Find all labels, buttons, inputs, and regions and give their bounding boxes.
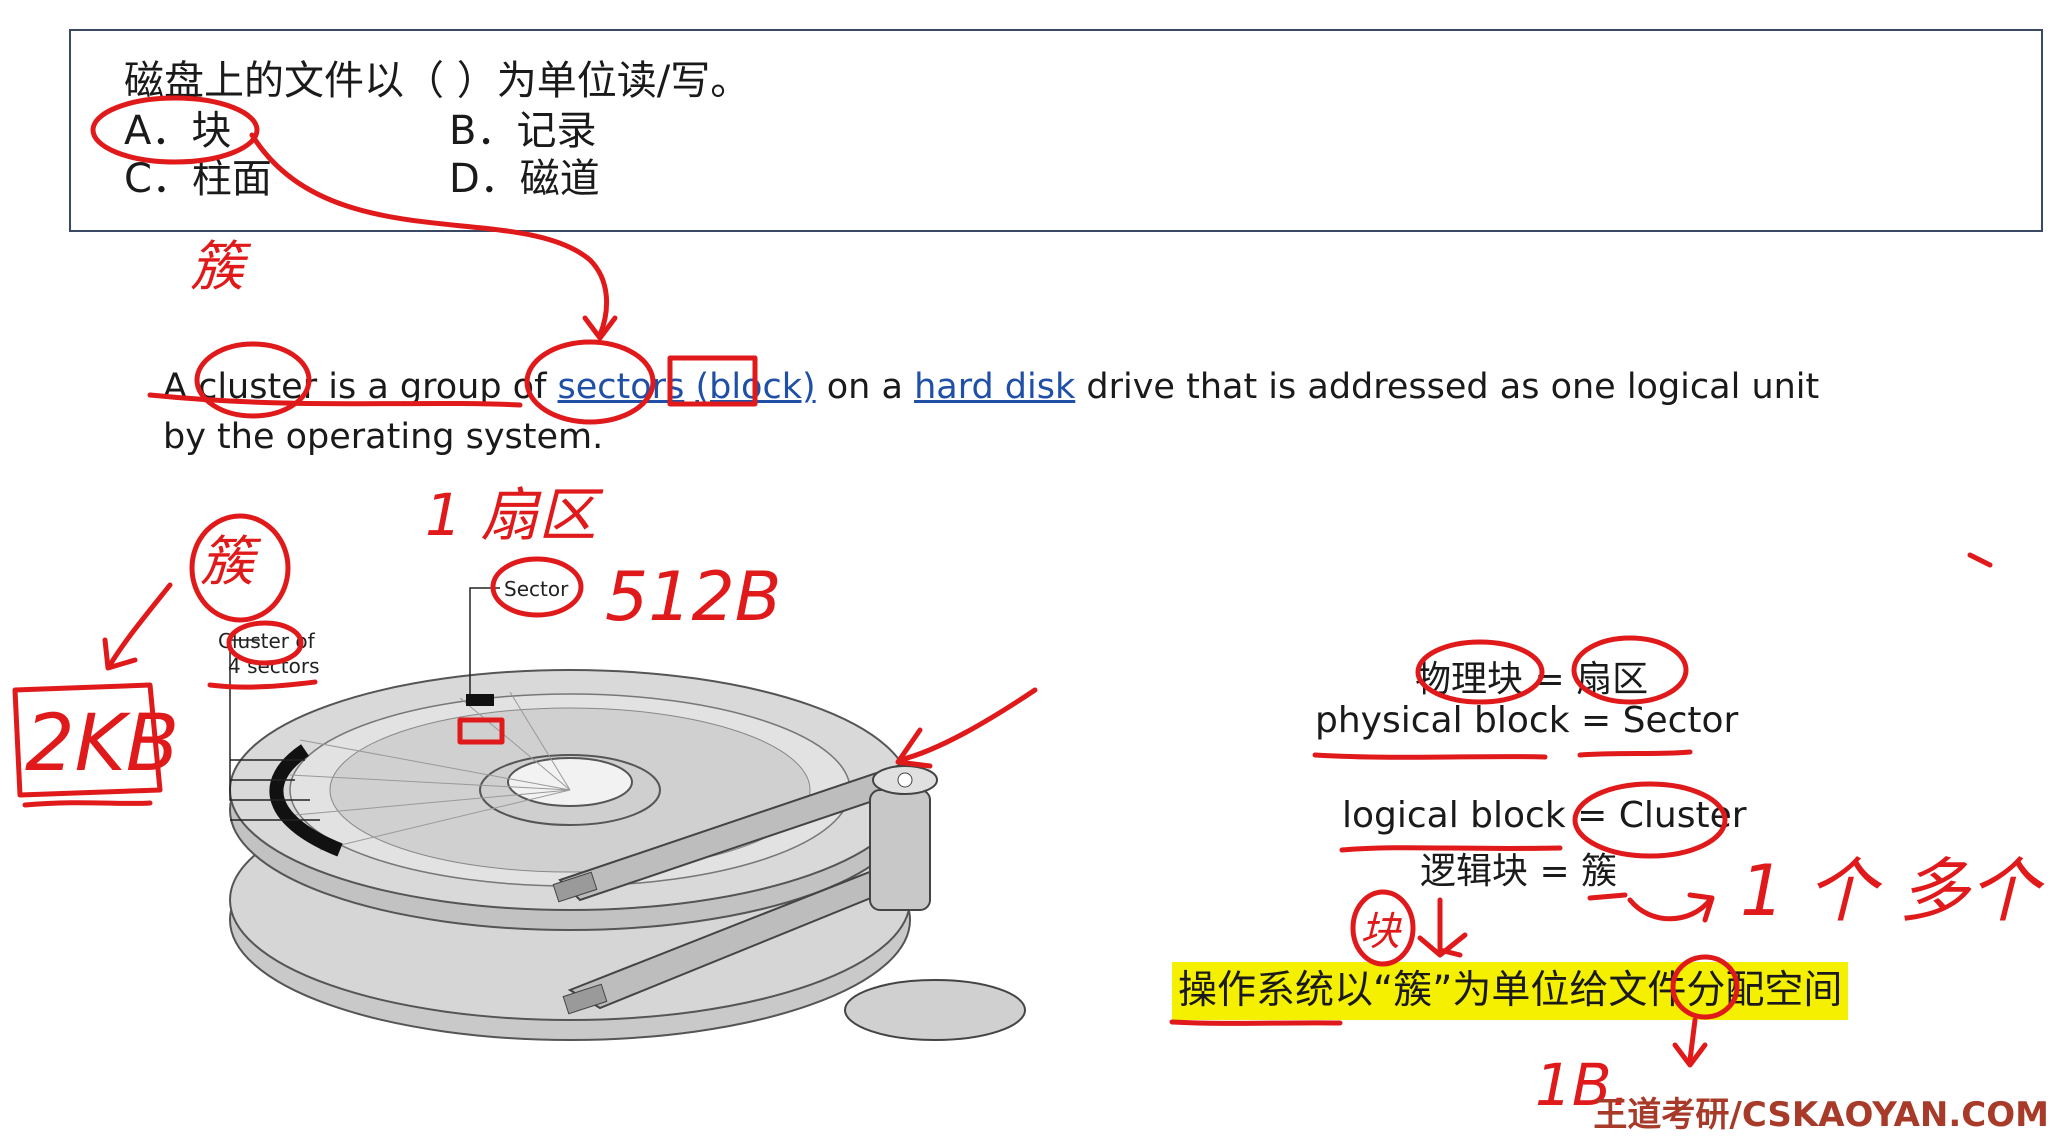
eq-sign: = [1569,700,1623,741]
def-prefix: A [163,367,199,407]
box-2kb [12,682,163,798]
eq-sign: = [1523,659,1577,700]
arrow-one-to-many [1627,897,1713,922]
sectors-link[interactable]: sectors [558,367,685,407]
circle-kuai [1350,889,1416,967]
underline-os [1169,1019,1343,1026]
hard-disk-link[interactable]: hard disk [914,367,1075,407]
cu-top-note: 簇 [190,235,252,298]
eq-logical-zh: 逻辑块 = 簇 [1420,842,1617,894]
eq-right: 扇区 [1576,659,1649,700]
eq-sign: = [1565,795,1619,836]
watermark: 王道考研/CSKAOYAN.COM [1593,1095,2049,1135]
cluster-definition: A cluster is a group of sectors (block) … [163,362,1863,462]
option-d: D．磁道 [449,156,600,202]
eq-right: Sector [1622,700,1739,741]
eq-physical-zh: 物理块 = 扇区 [1415,650,1648,702]
block-link[interactable]: (block) [695,367,815,407]
size-2kb-note: 2KB [25,699,179,789]
arrow-kuai [1437,897,1463,958]
sector-zh-note: 1 扇区 [425,481,604,549]
cluster-label-line1: Cluster of [218,629,316,653]
eq-physical-en: physical block = Sector [1315,700,1738,741]
arrow-to-2kb [107,582,173,668]
kuai-note: 块 [1360,909,1402,955]
option-a: A．块 [124,108,232,154]
eq-left: physical block [1315,700,1570,741]
def-mid2 [684,367,695,407]
eq-left: 物理块 [1415,659,1524,700]
eq-sign: = [1528,851,1582,892]
sector-mark [466,694,494,706]
underline-sector [1577,749,1693,758]
eq-left: logical block [1342,795,1566,836]
eq-right: Cluster [1618,795,1747,836]
def-cluster: cluster [198,367,318,407]
underline-cu [1587,892,1628,901]
underline-physical-block [1312,752,1548,760]
def-mid1: is a group of [317,367,558,407]
eq-right: 簇 [1581,851,1618,892]
def-mid3: on a [815,367,915,407]
eq-left: 逻辑块 [1420,851,1529,892]
eq-logical-en: logical block = Cluster [1342,795,1747,836]
option-b: B．记录 [449,108,597,154]
sector-label: Sector [504,577,569,601]
one-to-many-note: 1 个 多个 [1740,850,2045,932]
question-box: 磁盘上的文件以（ ）为单位读/写。 A．块 B．记录 C．柱面 D．磁道 [69,29,2043,232]
hard-disk-diagram: Sector Cluster of 4 sectors [218,577,1026,1041]
option-c: C．柱面 [124,156,272,202]
cluster-label-line2: 4 sectors [228,654,320,678]
question-stem: 磁盘上的文件以（ ）为单位读/写。 [124,58,751,104]
highlighted-sentence: 操作系统以“簇”为单位给文件分配空间 [1172,962,1849,1020]
arrow-file [1687,1017,1698,1063]
